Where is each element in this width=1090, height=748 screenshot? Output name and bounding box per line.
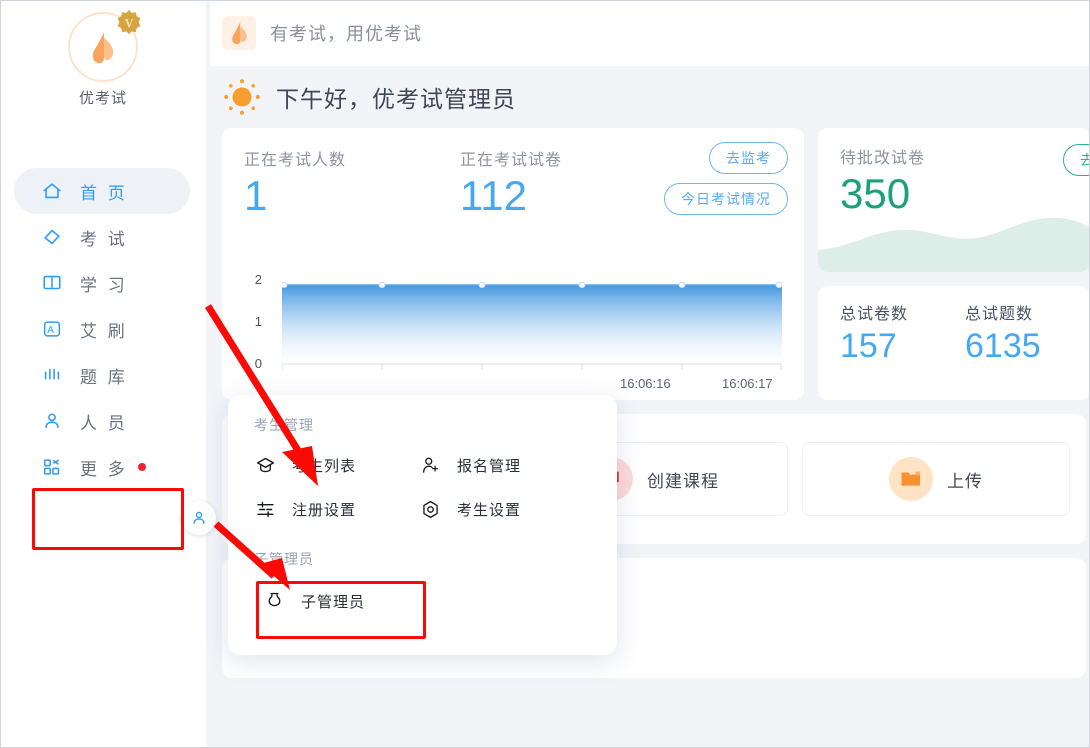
pending-grading-inner: 待批改试卷 350: [818, 128, 1090, 220]
x-axis-tick: 16:06:17: [722, 376, 773, 391]
exam-stats-card: 正在考试人数 1 正在考试试卷 112 去监考 今日考试情况 2 1 0 16:…: [222, 128, 804, 400]
quick-action-label: 上传: [947, 471, 983, 491]
sidebar: V 优考试 首 页 考 试 学 习 A 艾 刷 题 库 人 员 更 多: [0, 0, 206, 748]
folder-upload-icon: [889, 457, 933, 501]
sliders-icon: [254, 498, 276, 520]
app-screen: V 优考试 首 页 考 试 学 习 A 艾 刷 题 库 人 员 更 多 有考试，…: [0, 0, 1090, 748]
verified-badge-icon: V: [117, 9, 141, 35]
exam-card-actions: 去监考 今日考试情况: [664, 142, 788, 215]
y-axis-tick: 0: [254, 356, 262, 371]
sidebar-item-question-bank[interactable]: 题 库: [14, 352, 206, 398]
sidebar-item-label: 首 页: [80, 183, 128, 203]
flyout-item-candidate-list[interactable]: 考生列表: [254, 443, 419, 487]
sidebar-item-label: 人 员: [80, 413, 128, 433]
personnel-flyout-menu: 考生管理 考生列表 报名管理 注册设置 考生设置 子管理员 子管理员: [228, 395, 617, 655]
sidebar-item-label: 更 多: [80, 459, 128, 479]
stat-label: 总试题数: [965, 306, 1034, 323]
flyout-item-label: 考生列表: [292, 457, 357, 475]
stat-label: 总试卷数: [840, 306, 909, 323]
pending-grading-card: 待批改试卷 350 去批改: [818, 128, 1090, 272]
flyout-item-label: 子管理员: [301, 593, 366, 611]
stat-active-papers: 正在考试试卷 112: [460, 146, 676, 222]
topbar-logo: [222, 16, 256, 50]
sidebar-item-label: 艾 刷: [80, 321, 128, 341]
hexagon-gear-icon: [419, 498, 441, 520]
sidebar-item-home[interactable]: 首 页: [14, 168, 190, 214]
flyout-item-label: 考生设置: [457, 501, 522, 519]
jar-icon: [264, 589, 285, 614]
topbar-slogan: 有考试，用优考试: [270, 24, 422, 44]
exam-stats-head: 正在考试人数 1 正在考试试卷 112 去监考 今日考试情况: [222, 128, 804, 222]
book-icon: [40, 271, 64, 295]
y-axis-tick: 1: [254, 314, 262, 329]
flyout-item-registration-mgmt[interactable]: 报名管理: [419, 443, 584, 487]
stat-label: 待批改试卷: [840, 150, 926, 167]
graduation-cap-icon: [254, 454, 276, 476]
quick-action-label: 创建课程: [647, 471, 719, 491]
exam-diamond-icon: [40, 225, 64, 249]
sidebar-collapse-toggle[interactable]: [182, 501, 216, 535]
flyout-item-label: 注册设置: [292, 501, 357, 519]
brand-header: V 优考试: [0, 0, 206, 143]
home-icon: [40, 179, 64, 203]
stats-row: 正在考试人数 1 正在考试试卷 112 去监考 今日考试情况 2 1 0 16:…: [210, 128, 1090, 400]
today-exam-status-button[interactable]: 今日考试情况: [664, 183, 788, 215]
flyout-group-title: 考生管理: [254, 417, 314, 433]
stat-value: 112: [460, 172, 527, 219]
stat-label: 正在考试人数: [244, 152, 347, 169]
grid-more-icon: [40, 455, 64, 479]
bar-chart-icon: [40, 363, 64, 387]
quick-action-upload[interactable]: 上传: [802, 442, 1070, 516]
leaf-logo-icon: [231, 21, 247, 44]
sidebar-item-personnel[interactable]: 人 员: [14, 398, 206, 444]
flyout-group-title: 子管理员: [254, 551, 314, 567]
go-grade-button[interactable]: 去批改: [1063, 144, 1090, 176]
greeting-text: 下午好，优考试管理员: [276, 86, 516, 112]
totals-inner: 总试卷数 157 总试题数 6135: [818, 286, 1090, 368]
svg-text:V: V: [125, 16, 134, 30]
sidebar-item-aishua[interactable]: A 艾 刷: [14, 306, 206, 352]
user-collapse-icon: [193, 511, 205, 524]
flyout-item-registration-settings[interactable]: 注册设置: [254, 487, 419, 531]
leaf-logo-icon: [92, 32, 114, 64]
sidebar-item-label: 题 库: [80, 367, 128, 387]
flyout-items-grid: 考生列表 报名管理 注册设置 考生设置: [254, 443, 594, 531]
flyout-subadmin-group: 子管理员 子管理员: [254, 549, 617, 625]
stat-value: 1: [244, 172, 268, 219]
svg-text:A: A: [47, 325, 56, 336]
flyout-item-candidate-settings[interactable]: 考生设置: [419, 487, 584, 531]
letter-a-box-icon: A: [40, 317, 64, 341]
total-questions: 总试题数 6135: [965, 300, 1090, 368]
total-papers: 总试卷数 157: [840, 300, 965, 368]
sidebar-item-label: 考 试: [80, 229, 128, 249]
greeting-bar: 下午好，优考试管理员: [210, 66, 1090, 128]
flyout-item-label: 报名管理: [457, 457, 522, 475]
flyout-item-sub-admin[interactable]: 子管理员: [254, 577, 430, 625]
stat-active-candidates: 正在考试人数 1: [244, 146, 460, 222]
y-axis-tick: 2: [254, 272, 262, 287]
chart-markers: [282, 281, 782, 289]
stat-value: 6135: [965, 327, 1041, 365]
active-candidates-chart: 2 1 0 16:06:16 16:06:17: [222, 268, 804, 400]
sidebar-item-label: 学 习: [80, 275, 128, 295]
user-icon: [40, 409, 64, 433]
user-plus-icon: [419, 454, 441, 476]
x-axis-tick: 16:06:16: [620, 376, 671, 391]
stat-label: 正在考试试卷: [460, 152, 563, 169]
sidebar-item-exam[interactable]: 考 试: [14, 214, 206, 260]
go-proctor-button[interactable]: 去监考: [709, 142, 788, 174]
sidebar-nav: 首 页 考 试 学 习 A 艾 刷 题 库 人 员 更 多: [0, 168, 206, 490]
brand-name: 优考试: [78, 90, 127, 107]
grading-wave-decoration: [818, 217, 1090, 272]
stat-value: 157: [840, 327, 897, 365]
more-notification-dot: [137, 463, 146, 471]
totals-card: 总试卷数 157 总试题数 6135: [818, 286, 1090, 400]
chart-x-axis: [282, 363, 782, 370]
brand-logo: V: [68, 9, 141, 82]
right-stats-column: 待批改试卷 350 去批改 总试卷数 157: [818, 128, 1090, 400]
sidebar-item-more[interactable]: 更 多: [14, 444, 206, 490]
topbar: 有考试，用优考试: [210, 0, 1090, 66]
sidebar-item-study[interactable]: 学 习: [14, 260, 206, 306]
sun-icon: [224, 79, 260, 115]
